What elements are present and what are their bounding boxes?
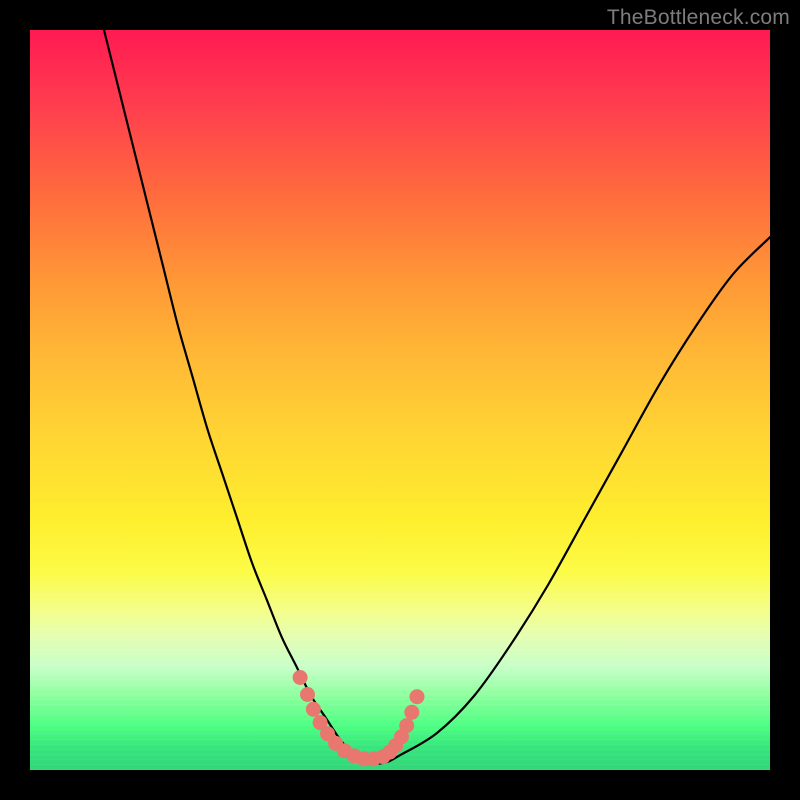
curve-svg — [30, 30, 770, 770]
marker-dot — [293, 670, 308, 685]
marker-dot — [410, 689, 425, 704]
watermark-text: TheBottleneck.com — [607, 6, 790, 30]
marker-dot — [300, 687, 315, 702]
marker-dot — [399, 718, 414, 733]
plot-area — [30, 30, 770, 770]
bottleneck-curve — [104, 30, 770, 764]
marker-dot — [306, 702, 321, 717]
chart-frame: TheBottleneck.com — [0, 0, 800, 800]
marker-dot — [404, 705, 419, 720]
